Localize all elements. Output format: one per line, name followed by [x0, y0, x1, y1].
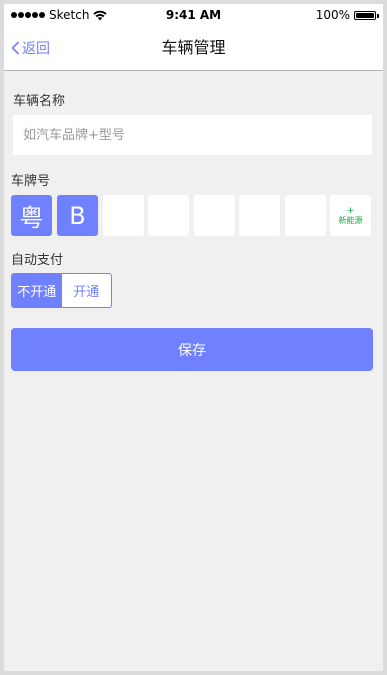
status-right: 100% [315, 8, 379, 22]
autopay-toggle: 不开通 开通 [11, 273, 112, 308]
plate-char-province[interactable]: 粤 [11, 195, 52, 236]
plate-char-city[interactable]: B [57, 195, 98, 236]
plate-number-label: 车牌号 [11, 174, 51, 189]
new-energy-plate-button[interactable]: + 新能源 [330, 195, 371, 236]
autopay-on-option[interactable]: 开通 [62, 274, 112, 307]
page-title: 车辆管理 [161, 38, 226, 57]
vehicle-name-input[interactable] [13, 115, 372, 155]
plate-char-4[interactable] [148, 195, 189, 236]
plate-number-input-row: 粤 B + 新能源 [11, 195, 376, 236]
plate-char-5[interactable] [194, 195, 235, 236]
battery-icon [354, 10, 379, 20]
save-button[interactable]: 保存 [11, 328, 373, 371]
autopay-off-option[interactable]: 不开通 [12, 274, 62, 307]
app-screen: Sketch 9:41 AM 100% 返回 车辆管理 车辆名称 车牌号 粤 [4, 4, 383, 671]
battery-level-fill [356, 12, 374, 18]
plate-char-6[interactable] [239, 195, 280, 236]
battery-percent: 100% [315, 8, 350, 22]
status-bar: Sketch 9:41 AM 100% [4, 4, 383, 26]
plate-char-3[interactable] [103, 195, 144, 236]
plus-icon: + [346, 205, 355, 216]
plate-char-7[interactable] [285, 195, 326, 236]
autopay-label: 自动支付 [11, 253, 64, 268]
vehicle-name-label: 车辆名称 [13, 94, 66, 109]
new-energy-label: 新能源 [338, 215, 363, 225]
nav-bar: 返回 车辆管理 [4, 26, 383, 71]
